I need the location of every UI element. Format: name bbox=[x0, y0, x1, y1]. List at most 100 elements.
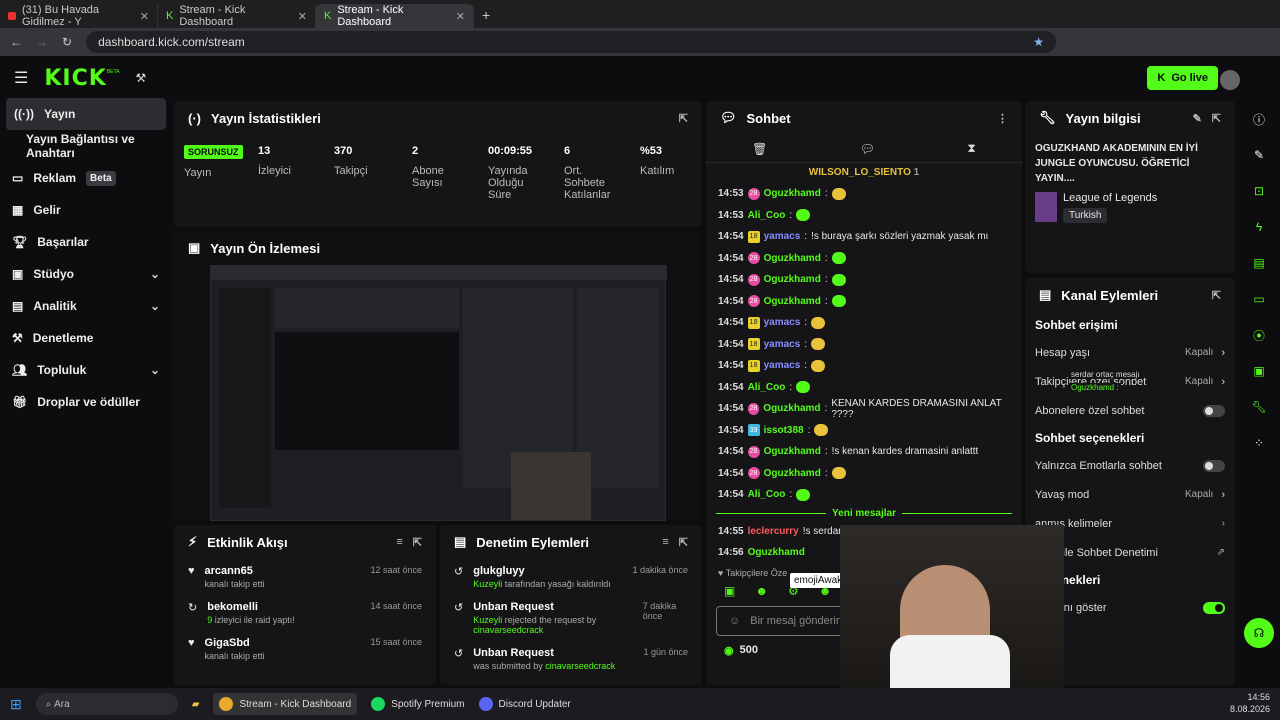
bookmark-star-icon[interactable]: ★ bbox=[1033, 35, 1044, 49]
menu-icon[interactable]: ☰ bbox=[14, 68, 28, 88]
taskbar-app-chrome[interactable]: Stream - Kick Dashboard bbox=[213, 693, 358, 715]
hourglass-icon[interactable]: ⧗ bbox=[967, 141, 975, 156]
msg-user[interactable]: Oguzkhamd bbox=[764, 188, 821, 199]
clock-time: 14:56 bbox=[1247, 692, 1270, 703]
stream-preview-video[interactable] bbox=[210, 265, 667, 521]
emote-picker-icon[interactable]: ▣ bbox=[724, 584, 735, 598]
popout-icon[interactable]: ⇱ bbox=[413, 536, 422, 549]
document-icon[interactable]: ▤ bbox=[1248, 252, 1270, 274]
toggle-switch[interactable] bbox=[1203, 404, 1225, 417]
sidebar-item-denetleme[interactable]: ⚒ Denetleme bbox=[0, 322, 172, 354]
lightning-icon[interactable]: ϟ bbox=[1248, 216, 1270, 238]
broadcast-icon[interactable]: ⦿ bbox=[1248, 324, 1270, 346]
tools-icon[interactable]: ⚒ bbox=[135, 71, 146, 85]
category-thumbnail[interactable] bbox=[1035, 192, 1057, 222]
chat-icon[interactable]: ▭ bbox=[1248, 288, 1270, 310]
filter-icon[interactable]: ≡ bbox=[396, 536, 402, 548]
sidebar-item-droplar[interactable]: 🎁︎ Droplar ve ödüller bbox=[0, 386, 172, 418]
msg-user[interactable]: Oguzkhamd bbox=[764, 296, 821, 307]
msg-user[interactable]: Oguzkhamd bbox=[763, 403, 820, 414]
popout-icon[interactable]: ⇱ bbox=[679, 112, 688, 125]
mod-title[interactable]: Unban Request bbox=[473, 601, 632, 613]
setting-slow-mode[interactable]: Yavaş mod Kapalı › bbox=[1025, 480, 1235, 509]
msg-user[interactable]: Oguzkhamd bbox=[764, 468, 821, 479]
pinned-user[interactable]: WILSON_LO_SIENTO 1 bbox=[706, 163, 1022, 183]
taskbar-app-discord[interactable]: Discord Updater bbox=[478, 697, 571, 711]
msg-user[interactable]: Oguzkhamd bbox=[764, 274, 821, 285]
toggle-switch[interactable] bbox=[1203, 601, 1225, 614]
wrench-icon[interactable]: 🔧︎ bbox=[1248, 396, 1270, 418]
sidebar-item-studyo[interactable]: ▣ Stüdyo ⌄ bbox=[0, 258, 172, 290]
info-icon[interactable]: ⓘ bbox=[1248, 108, 1270, 130]
setting-emote-only[interactable]: Yalnızca Emotlarla sohbet bbox=[1025, 451, 1235, 480]
sidebar-item-gelir[interactable]: ▦ Gelir bbox=[0, 194, 172, 226]
new-tab-button[interactable]: + bbox=[474, 7, 498, 28]
emote-icon[interactable]: ☻ bbox=[755, 584, 768, 598]
stat-value: 6 bbox=[564, 145, 571, 157]
browser-tab-kick-2[interactable]: K Stream - Kick Dashboard ✕ bbox=[316, 4, 474, 28]
filter-icon[interactable]: ≡ bbox=[662, 536, 668, 548]
sidebar-item-yayin[interactable]: ((·)) Yayın bbox=[6, 98, 166, 130]
edit-icon[interactable]: ✎ bbox=[1193, 112, 1202, 125]
go-live-button[interactable]: K Go live bbox=[1147, 66, 1218, 90]
browser-tab-youtube[interactable]: (31) Bu Havada Gidilmez - Y ✕ bbox=[0, 4, 158, 28]
activity-user[interactable]: GigaSbd bbox=[205, 637, 265, 649]
msg-user[interactable]: yamacs bbox=[764, 339, 801, 350]
sidebar-item-analitik[interactable]: ▤ Analitik ⌄ bbox=[0, 290, 172, 322]
edit-icon[interactable]: ✎ bbox=[1248, 144, 1270, 166]
msg-user[interactable]: yamacs bbox=[764, 231, 801, 242]
msg-user[interactable]: Oguzkhamd bbox=[764, 253, 821, 264]
sidebar-item-reklam[interactable]: ▭ Reklam Beta bbox=[0, 162, 172, 194]
setting-followers-only[interactable]: Takipçilere özel sohbet Kapalı › serdar or… bbox=[1025, 367, 1235, 396]
more-icon[interactable]: ⋮ bbox=[997, 112, 1008, 125]
taskbar-app-spotify[interactable]: Spotify Premium bbox=[371, 697, 465, 711]
beta-badge: Beta bbox=[86, 170, 116, 186]
windows-start-icon[interactable]: ⊞ bbox=[10, 696, 22, 713]
browser-tab-kick-1[interactable]: K Stream - Kick Dashboard ✕ bbox=[158, 4, 316, 28]
scan-icon[interactable]: ⊡ bbox=[1248, 180, 1270, 202]
chat-bubble-icon[interactable]: 💬︎ bbox=[860, 142, 875, 156]
msg-user[interactable]: issot388 bbox=[764, 425, 804, 436]
close-icon[interactable]: ✕ bbox=[140, 10, 149, 23]
sidebar-item-basarilar[interactable]: 🏆︎ Başarılar bbox=[0, 226, 172, 258]
url-field[interactable]: dashboard.kick.com/stream ★ bbox=[86, 31, 1057, 53]
support-icon[interactable]: ☊ bbox=[1244, 618, 1274, 648]
sidebar-item-stream-key[interactable]: Yayın Bağlantısı ve Anahtarı bbox=[0, 130, 172, 162]
msg-user[interactable]: Ali_Coo bbox=[748, 382, 786, 393]
activity-user[interactable]: arcann65 bbox=[205, 565, 265, 577]
back-icon[interactable]: ← bbox=[10, 35, 22, 49]
mod-title[interactable]: Unban Request bbox=[473, 647, 615, 659]
msg-user[interactable]: yamacs bbox=[764, 360, 801, 371]
emoji-icon[interactable]: ☺ bbox=[729, 615, 740, 627]
sidebar-item-topluluk[interactable]: 👥︎ Topluluk ⌄ bbox=[0, 354, 172, 386]
toggle-switch[interactable] bbox=[1203, 459, 1225, 472]
msg-user[interactable]: leclercurry bbox=[748, 526, 799, 537]
avatar[interactable] bbox=[1220, 70, 1240, 90]
msg-user[interactable]: Ali_Coo bbox=[748, 210, 786, 221]
msg-user[interactable]: Oguzkhamd bbox=[748, 547, 805, 558]
msg-user[interactable]: Oguzkhamd bbox=[764, 446, 821, 457]
kick-logo[interactable]: KICK bbox=[44, 66, 106, 91]
apps-icon[interactable]: ⁘ bbox=[1248, 432, 1270, 454]
trash-icon[interactable]: 🗑︎ bbox=[752, 142, 767, 156]
lightning-icon: ⚡︎ bbox=[188, 534, 198, 549]
setting-account-age[interactable]: Hesap yaşı Kapalı › bbox=[1025, 338, 1235, 367]
reload-icon[interactable]: ↻ bbox=[62, 35, 72, 49]
forward-icon[interactable]: → bbox=[36, 35, 48, 49]
popout-icon[interactable]: ⇱ bbox=[1212, 289, 1221, 302]
category-name[interactable]: League of Legends bbox=[1063, 192, 1157, 204]
folder-icon[interactable]: ▰ bbox=[192, 699, 200, 710]
setting-subscribers-only[interactable]: Abonelere özel sohbet bbox=[1025, 396, 1235, 425]
activity-user[interactable]: bekomelli bbox=[207, 601, 295, 613]
popout-icon[interactable]: ⇱ bbox=[679, 536, 688, 549]
msg-user[interactable]: Ali_Coo bbox=[748, 489, 786, 500]
mod-desc: was submitted by bbox=[473, 661, 546, 671]
taskbar-clock[interactable]: 14:56 8.08.2026 bbox=[1230, 692, 1270, 715]
taskbar-search[interactable]: ⌕ Ara bbox=[35, 693, 178, 715]
popout-icon[interactable]: ⇱ bbox=[1212, 112, 1221, 125]
channel-icon[interactable]: ▣ bbox=[1248, 360, 1270, 382]
close-icon[interactable]: ✕ bbox=[298, 10, 307, 23]
mod-title[interactable]: glukgluyy bbox=[473, 565, 611, 577]
msg-user[interactable]: yamacs bbox=[764, 317, 801, 328]
close-icon[interactable]: ✕ bbox=[456, 10, 465, 23]
